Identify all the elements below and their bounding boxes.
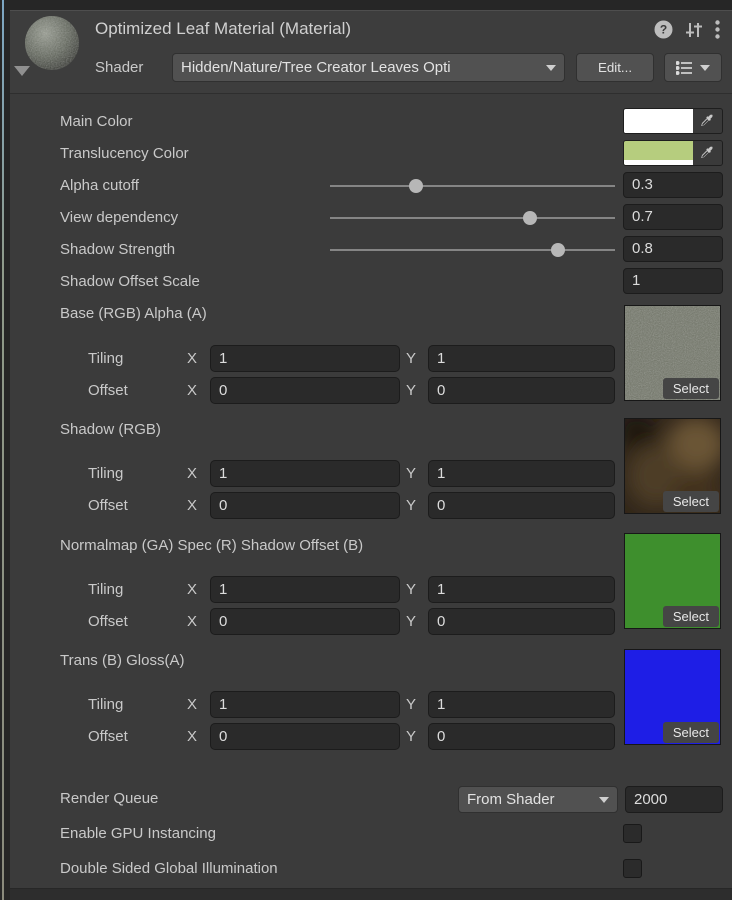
- alpha-cutoff-label: Alpha cutoff: [60, 177, 139, 194]
- offset-x-input[interactable]: 0: [210, 723, 400, 750]
- y-axis-label: Y: [406, 723, 416, 750]
- x-axis-label: X: [187, 377, 197, 404]
- main-color-swatch[interactable]: [624, 109, 693, 133]
- y-axis-label: Y: [406, 576, 416, 603]
- material-preview-sphere: [24, 15, 80, 71]
- slider-handle[interactable]: [551, 243, 565, 257]
- y-axis-label: Y: [406, 492, 416, 519]
- tiling-x-input[interactable]: 1: [210, 691, 400, 718]
- tiling-label: Tiling: [88, 460, 123, 487]
- texture-section-label: Normalmap (GA) Spec (R) Shadow Offset (B…: [60, 537, 363, 554]
- shadow-strength-value[interactable]: 0.8: [623, 236, 723, 262]
- view-dependency-value[interactable]: 0.7: [623, 204, 723, 230]
- chevron-down-icon: [700, 65, 710, 71]
- tiling-x-input[interactable]: 1: [210, 576, 400, 603]
- gpu-instancing-checkbox[interactable]: [623, 824, 642, 843]
- render-queue-dropdown[interactable]: From Shader: [458, 786, 618, 813]
- double-sided-gi-label: Double Sided Global Illumination: [60, 860, 278, 877]
- offset-label: Offset: [88, 723, 128, 750]
- offset-x-input[interactable]: 0: [210, 608, 400, 635]
- y-axis-label: Y: [406, 460, 416, 487]
- offset-y-input[interactable]: 0: [428, 492, 615, 519]
- chevron-down-icon: [546, 65, 556, 71]
- x-axis-label: X: [187, 691, 197, 718]
- y-axis-label: Y: [406, 377, 416, 404]
- gpu-instancing-label: Enable GPU Instancing: [60, 825, 216, 842]
- x-axis-label: X: [187, 576, 197, 603]
- translucency-color-label: Translucency Color: [60, 145, 189, 162]
- tiling-x-input[interactable]: 1: [210, 460, 400, 487]
- tiling-label: Tiling: [88, 576, 123, 603]
- view-dependency-label: View dependency: [60, 209, 178, 226]
- slider-handle[interactable]: [523, 211, 537, 225]
- list-icon: [676, 61, 692, 75]
- double-sided-gi-checkbox[interactable]: [623, 859, 642, 878]
- y-axis-label: Y: [406, 345, 416, 372]
- render-queue-dropdown-value: From Shader: [467, 791, 555, 808]
- slider-track: [330, 185, 615, 187]
- foldout-arrow-icon[interactable]: [14, 66, 30, 76]
- shader-label: Shader: [95, 59, 143, 76]
- panel-bottom-strip: [10, 888, 732, 900]
- tiling-x-input[interactable]: 1: [210, 345, 400, 372]
- render-queue-value[interactable]: 2000: [625, 786, 723, 813]
- edit-shader-button[interactable]: Edit...: [576, 53, 654, 82]
- x-axis-label: X: [187, 345, 197, 372]
- presets-icon[interactable]: [684, 21, 704, 39]
- x-axis-label: X: [187, 608, 197, 635]
- translucency-color-swatch[interactable]: [624, 141, 693, 165]
- texture-section-label: Trans (B) Gloss(A): [60, 652, 184, 669]
- translucency-color-alpha-bar: [624, 160, 693, 165]
- list-dropdown-button[interactable]: [664, 53, 722, 82]
- render-queue-label: Render Queue: [60, 790, 158, 807]
- main-color-label: Main Color: [60, 113, 133, 130]
- main-color-alpha-bar: [624, 128, 693, 133]
- shader-dropdown[interactable]: Hidden/Nature/Tree Creator Leaves Opti: [172, 53, 565, 82]
- texture-section-label: Base (RGB) Alpha (A): [60, 305, 207, 322]
- x-axis-label: X: [187, 723, 197, 750]
- tiling-y-input[interactable]: 1: [428, 691, 615, 718]
- shadow-strength-label: Shadow Strength: [60, 241, 175, 258]
- view-dependency-slider[interactable]: [330, 211, 615, 225]
- offset-x-input[interactable]: 0: [210, 492, 400, 519]
- slider-handle[interactable]: [409, 179, 423, 193]
- translucency-color-field[interactable]: [623, 140, 723, 166]
- help-icon[interactable]: ?: [654, 20, 673, 39]
- eyedropper-icon[interactable]: [693, 141, 722, 165]
- offset-label: Offset: [88, 492, 128, 519]
- x-axis-label: X: [187, 492, 197, 519]
- chevron-down-icon: [599, 797, 609, 803]
- texture-section-label: Shadow (RGB): [60, 421, 161, 438]
- shader-dropdown-value: Hidden/Nature/Tree Creator Leaves Opti: [181, 59, 451, 76]
- tiling-label: Tiling: [88, 691, 123, 718]
- slider-track: [330, 217, 615, 219]
- eyedropper-icon[interactable]: [693, 109, 722, 133]
- offset-y-input[interactable]: 0: [428, 377, 615, 404]
- tiling-y-input[interactable]: 1: [428, 460, 615, 487]
- shadow-offset-scale-value[interactable]: 1: [623, 268, 723, 294]
- x-axis-label: X: [187, 460, 197, 487]
- tiling-y-input[interactable]: 1: [428, 576, 615, 603]
- y-axis-label: Y: [406, 691, 416, 718]
- tiling-label: Tiling: [88, 345, 123, 372]
- offset-label: Offset: [88, 377, 128, 404]
- panel-edge-line: [2, 0, 4, 900]
- offset-label: Offset: [88, 608, 128, 635]
- tiling-y-input[interactable]: 1: [428, 345, 615, 372]
- kebab-menu-icon[interactable]: [715, 20, 720, 39]
- offset-x-input[interactable]: 0: [210, 377, 400, 404]
- shadow-offset-scale-label: Shadow Offset Scale: [60, 273, 200, 290]
- offset-y-input[interactable]: 0: [428, 723, 615, 750]
- shadow-strength-slider[interactable]: [330, 243, 615, 257]
- alpha-cutoff-slider[interactable]: [330, 179, 615, 193]
- slider-track: [330, 249, 615, 251]
- y-axis-label: Y: [406, 608, 416, 635]
- offset-y-input[interactable]: 0: [428, 608, 615, 635]
- svg-text:?: ?: [660, 23, 667, 37]
- alpha-cutoff-value[interactable]: 0.3: [623, 172, 723, 198]
- main-color-field[interactable]: [623, 108, 723, 134]
- material-title: Optimized Leaf Material (Material): [95, 19, 351, 39]
